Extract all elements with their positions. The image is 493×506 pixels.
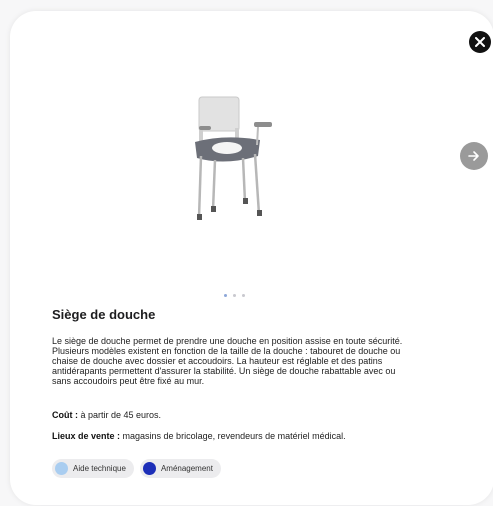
places-value: magasins de bricolage, revendeurs de mat… [120, 431, 346, 441]
carousel-dot[interactable] [242, 294, 245, 297]
close-icon [475, 37, 485, 47]
tag-list: Aide technique Aménagement [52, 459, 221, 478]
tag-aide-technique[interactable]: Aide technique [52, 459, 134, 478]
tag-amenagement[interactable]: Aménagement [139, 459, 221, 478]
tag-label: Aménagement [160, 464, 213, 473]
places-line: Lieux de vente : magasins de bricolage, … [52, 431, 346, 441]
carousel-dot[interactable] [233, 294, 236, 297]
cost-line: Coût : à partir de 45 euros. [52, 410, 161, 420]
carousel-dots [224, 294, 245, 297]
places-label: Lieux de vente : [52, 431, 121, 441]
product-description: Le siège de douche permet de prendre une… [52, 336, 403, 386]
shower-chair-image [185, 90, 285, 230]
product-title: Siège de douche [52, 307, 156, 322]
cost-label: Coût : [52, 410, 78, 420]
cost-value: à partir de 45 euros. [78, 410, 162, 420]
arrow-right-icon [468, 151, 479, 161]
carousel-dot[interactable] [224, 294, 227, 297]
close-button[interactable] [469, 31, 491, 53]
tag-color-dot [142, 462, 156, 475]
tag-color-dot [55, 462, 68, 475]
next-slide-button[interactable] [460, 142, 488, 170]
tag-label: Aide technique [73, 464, 126, 473]
